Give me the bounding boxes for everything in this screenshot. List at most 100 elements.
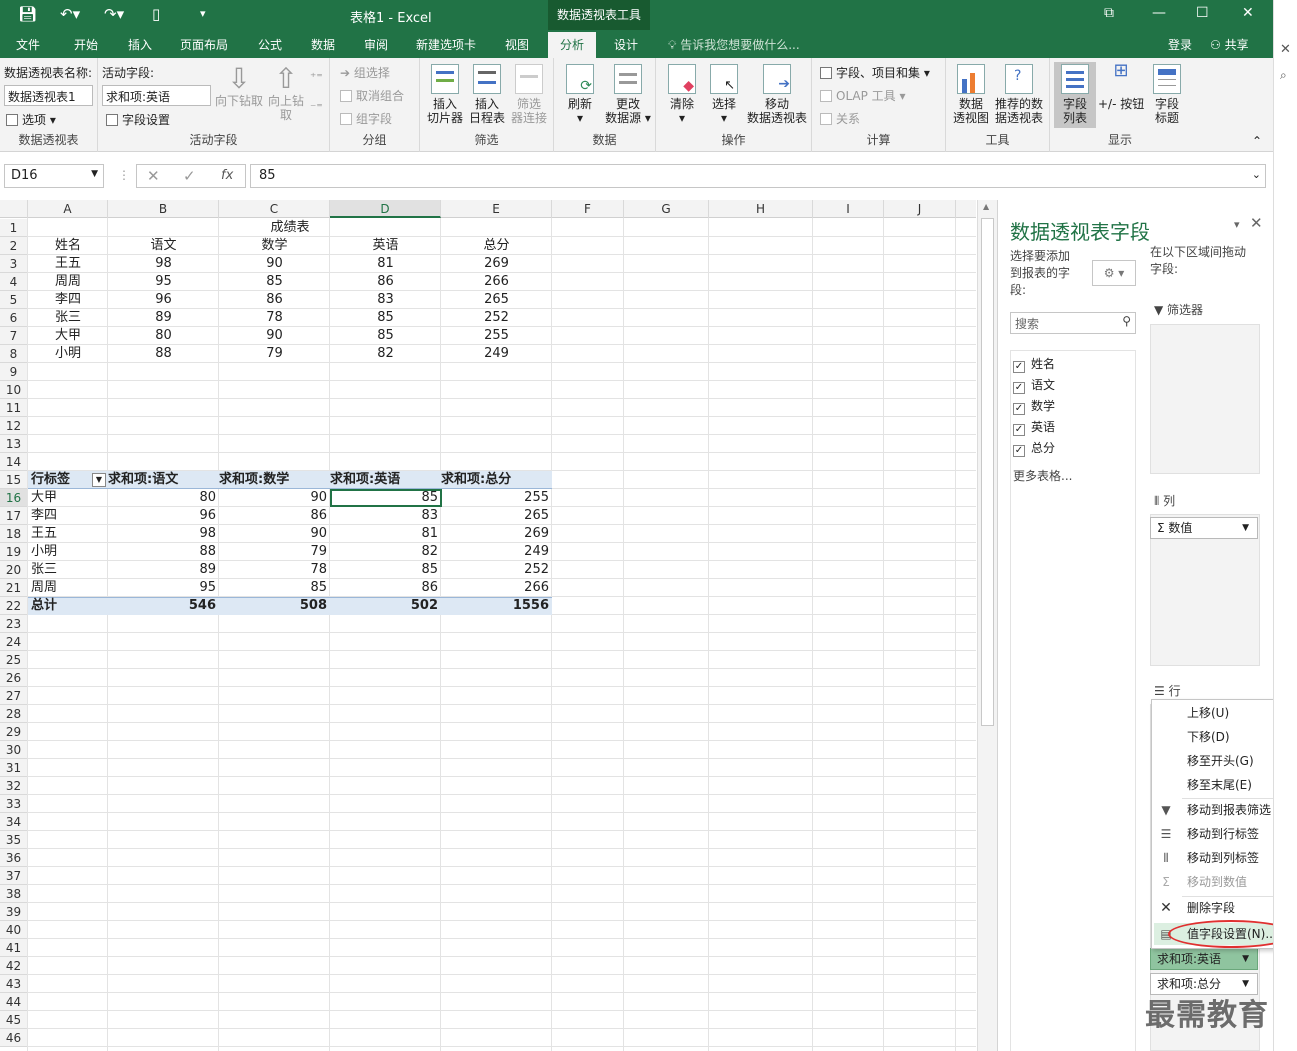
row-header-20[interactable]: 20: [0, 561, 28, 579]
pivot-data-cell[interactable]: 98: [108, 525, 219, 543]
row-header-38[interactable]: 38: [0, 885, 28, 903]
pivot-data-cell[interactable]: 90: [219, 489, 330, 507]
column-header-i[interactable]: I: [813, 200, 884, 218]
column-header-e[interactable]: E: [441, 200, 552, 218]
row-header-19[interactable]: 19: [0, 543, 28, 561]
row-header-6[interactable]: 6: [0, 309, 28, 327]
pivot-data-cell[interactable]: 81: [330, 525, 441, 543]
column-header-f[interactable]: F: [552, 200, 624, 218]
source-data-cell[interactable]: 252: [441, 309, 552, 327]
row-header-12[interactable]: 12: [0, 417, 28, 435]
source-data-cell[interactable]: 249: [441, 345, 552, 363]
select-all-corner[interactable]: [0, 200, 28, 218]
field-checkbox-math[interactable]: ✓ 数学: [1013, 397, 1055, 415]
column-header-j[interactable]: J: [884, 200, 956, 218]
pivot-total-cell[interactable]: 总计: [28, 597, 108, 615]
source-header-cell[interactable]: 语文: [108, 237, 219, 255]
pivot-data-cell[interactable]: 249: [441, 543, 552, 561]
pivot-data-cell[interactable]: 82: [330, 543, 441, 561]
row-header-42[interactable]: 42: [0, 957, 28, 975]
row-header-7[interactable]: 7: [0, 327, 28, 345]
olap-tools-button[interactable]: OLAP 工具 ▾: [820, 87, 906, 104]
source-data-cell[interactable]: 81: [330, 255, 441, 273]
source-data-cell[interactable]: 79: [219, 345, 330, 363]
row-header-14[interactable]: 14: [0, 453, 28, 471]
minimize-icon[interactable]: —: [1152, 5, 1166, 21]
source-header-cell[interactable]: 英语: [330, 237, 441, 255]
row-header-24[interactable]: 24: [0, 633, 28, 651]
source-data-cell[interactable]: 88: [108, 345, 219, 363]
insert-slicer-button[interactable]: 插入 切片器: [424, 64, 466, 125]
sign-in-link[interactable]: 登录: [1168, 36, 1192, 53]
tab-review[interactable]: 审阅: [364, 36, 388, 53]
recommended-pivottables-button[interactable]: ? 推荐的数 据透视表: [992, 64, 1046, 125]
pivot-data-cell[interactable]: 89: [108, 561, 219, 579]
field-list-button[interactable]: 字段 列表: [1054, 62, 1096, 128]
source-data-cell[interactable]: 266: [441, 273, 552, 291]
pivot-data-cell[interactable]: 252: [441, 561, 552, 579]
pivot-data-cell[interactable]: 88: [108, 543, 219, 561]
row-header-26[interactable]: 26: [0, 669, 28, 687]
drill-down-button[interactable]: ⇩ 向下钻取: [214, 64, 264, 109]
maximize-icon[interactable]: ☐: [1196, 5, 1209, 21]
field-settings-button[interactable]: 字段设置: [106, 111, 170, 128]
pivot-header-cell[interactable]: 求和项:数学: [219, 471, 330, 489]
pivot-data-cell[interactable]: 王五: [28, 525, 108, 543]
row-header-5[interactable]: 5: [0, 291, 28, 309]
pivot-data-cell[interactable]: 96: [108, 507, 219, 525]
source-data-cell[interactable]: 255: [441, 327, 552, 345]
pivot-data-cell[interactable]: 小明: [28, 543, 108, 561]
pivot-data-cell[interactable]: 90: [219, 525, 330, 543]
active-field-input[interactable]: 求和项:英语: [102, 85, 211, 106]
row-header-40[interactable]: 40: [0, 921, 28, 939]
group-field-button[interactable]: 组字段: [340, 110, 392, 127]
row-header-17[interactable]: 17: [0, 507, 28, 525]
row-header-9[interactable]: 9: [0, 363, 28, 381]
vertical-scrollbar[interactable]: ▲: [977, 200, 997, 1051]
row-header-13[interactable]: 13: [0, 435, 28, 453]
row-header-22[interactable]: 22: [0, 597, 28, 615]
save-icon[interactable]: 💾︎: [18, 5, 37, 23]
row-header-3[interactable]: 3: [0, 255, 28, 273]
scroll-up-icon[interactable]: ▲: [983, 202, 989, 211]
tab-file[interactable]: 文件: [16, 36, 40, 53]
column-header-a[interactable]: A: [28, 200, 108, 218]
refresh-button[interactable]: ⟳ 刷新 ▾: [560, 64, 600, 125]
source-header-cell[interactable]: 数学: [219, 237, 330, 255]
enter-check-icon[interactable]: ✓: [183, 167, 196, 185]
field-checkbox-total[interactable]: ✓ 总分: [1013, 439, 1055, 457]
source-data-cell[interactable]: 89: [108, 309, 219, 327]
pivot-total-cell[interactable]: 546: [108, 597, 219, 615]
source-data-cell[interactable]: 周周: [28, 273, 108, 291]
source-header-cell[interactable]: 总分: [441, 237, 552, 255]
collapse-field-icon[interactable]: ⁻⁼: [310, 100, 323, 114]
share-button[interactable]: ⚇ 共享: [1210, 36, 1249, 53]
cancel-icon[interactable]: ✕: [147, 167, 160, 185]
row-header-15[interactable]: 15: [0, 471, 28, 489]
plus-minus-buttons-button[interactable]: ⊞ +/- 按钮: [1098, 62, 1144, 112]
row-header-41[interactable]: 41: [0, 939, 28, 957]
row-header-45[interactable]: 45: [0, 1011, 28, 1029]
tell-me-search[interactable]: 💡︎ 告诉我您想要做什么...: [668, 36, 800, 53]
close-small-icon[interactable]: ✕: [1280, 42, 1291, 57]
options-button[interactable]: 选项 ▾: [6, 111, 56, 128]
pivot-name-input[interactable]: 数据透视表1: [4, 85, 93, 106]
pin-icon[interactable]: ⌕: [1280, 68, 1287, 83]
row-header-30[interactable]: 30: [0, 741, 28, 759]
row-header-28[interactable]: 28: [0, 705, 28, 723]
tab-data[interactable]: 数据: [311, 36, 335, 53]
group-selection-button[interactable]: ➔ 组选择: [340, 64, 390, 81]
pane-options-icon[interactable]: ▾: [1234, 218, 1240, 231]
row-header-44[interactable]: 44: [0, 993, 28, 1011]
pivot-data-cell[interactable]: 95: [108, 579, 219, 597]
pivot-total-cell[interactable]: 508: [219, 597, 330, 615]
clear-button[interactable]: ◆ 清除 ▾: [662, 64, 702, 125]
tab-page-layout[interactable]: 页面布局: [180, 36, 228, 53]
pivot-data-cell[interactable]: 255: [441, 489, 552, 507]
expand-formula-bar-icon[interactable]: ⌄: [1252, 168, 1261, 181]
pivot-data-cell[interactable]: 265: [441, 507, 552, 525]
pivot-data-cell[interactable]: 李四: [28, 507, 108, 525]
formula-input[interactable]: 85 ⌄: [250, 164, 1266, 188]
source-data-cell[interactable]: 265: [441, 291, 552, 309]
row-header-10[interactable]: 10: [0, 381, 28, 399]
